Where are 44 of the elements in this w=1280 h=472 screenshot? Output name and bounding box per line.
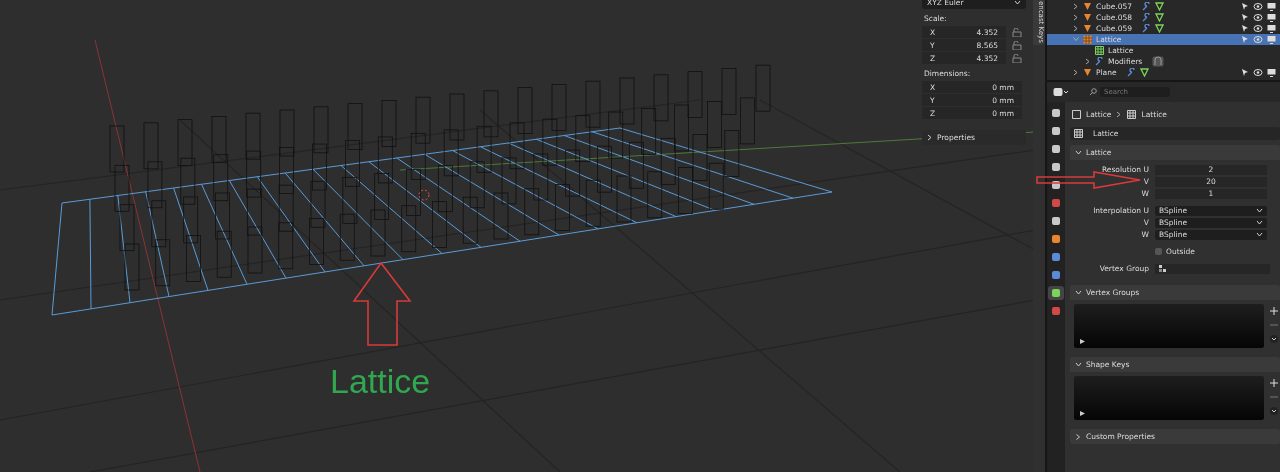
vertex-group-field[interactable] (1155, 263, 1270, 274)
chevron-icon (1075, 149, 1082, 156)
plus-icon[interactable] (1270, 379, 1278, 387)
grid-icon (1074, 129, 1083, 138)
monitor-icon[interactable] (1267, 13, 1276, 22)
grid-icon (1095, 46, 1104, 55)
triangle-icon (1083, 68, 1092, 77)
wrench-icon (1142, 2, 1152, 11)
chevron-icon (1075, 361, 1082, 368)
monitor-icon[interactable] (1267, 68, 1276, 77)
triangle-icon (1139, 68, 1149, 77)
wrench-icon (1095, 57, 1104, 66)
play-icon (1080, 339, 1085, 344)
eye-icon[interactable] (1253, 24, 1263, 33)
editor-type-icon[interactable] (1053, 87, 1069, 97)
monitor-icon[interactable] (1267, 24, 1276, 33)
wrench-icon (1126, 68, 1136, 77)
lock-icon[interactable] (1012, 40, 1022, 50)
lock-icon[interactable] (1012, 27, 1022, 37)
chevron-icon (1075, 433, 1082, 440)
wrench-icon (1142, 13, 1152, 22)
eye-icon[interactable] (1253, 68, 1263, 77)
chevron-icon (1116, 110, 1123, 118)
eye-icon[interactable] (1253, 2, 1263, 11)
monitor-icon[interactable] (1267, 2, 1276, 11)
chevron-icon[interactable] (1270, 335, 1278, 343)
cursor-icon (418, 189, 430, 201)
play-icon (1080, 411, 1085, 416)
annotation-label: Lattice (330, 362, 431, 401)
eye-icon[interactable] (1253, 13, 1263, 22)
grid-icon (1083, 35, 1092, 44)
vertex-group-icon (1158, 264, 1167, 273)
plus-icon[interactable] (1270, 307, 1278, 315)
chevron-icon (1075, 289, 1082, 296)
cursor-arrow-icon[interactable] (1241, 68, 1249, 77)
chevron-icon[interactable] (1270, 407, 1278, 415)
chevron-icon (1014, 0, 1021, 5)
wrench-icon (1142, 24, 1152, 33)
modifier-stack-icon (1152, 56, 1165, 67)
search-icon (1089, 88, 1097, 96)
chevron-icon (927, 134, 933, 141)
lock-icon[interactable] (1012, 53, 1022, 63)
grid-icon (1127, 109, 1137, 119)
properties-tab[interactable] (1048, 286, 1064, 300)
